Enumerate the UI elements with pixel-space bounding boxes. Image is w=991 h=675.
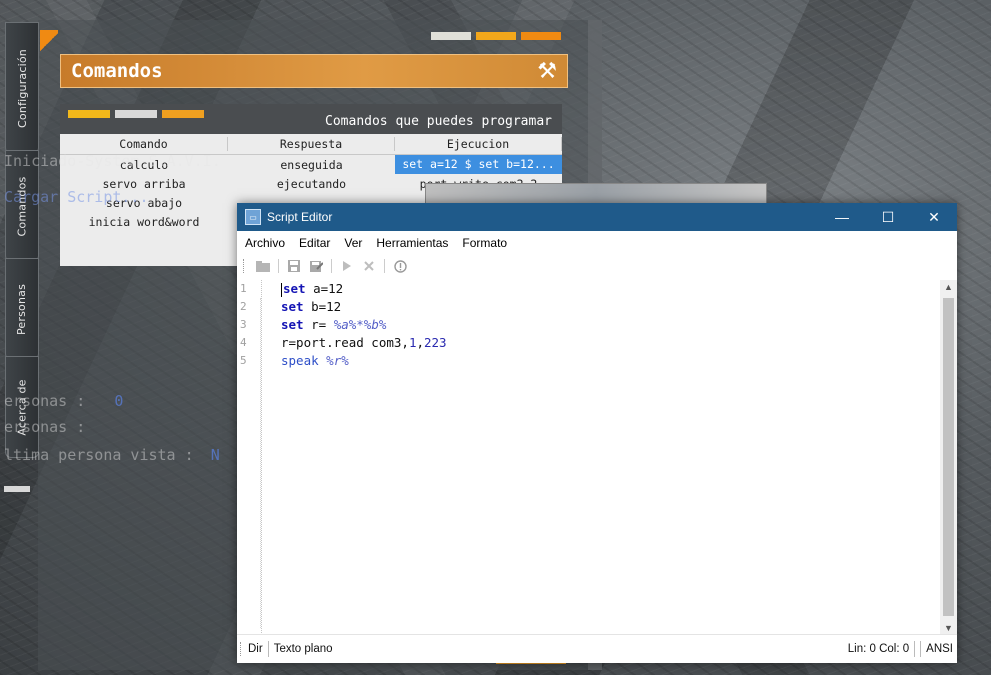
scroll-down-icon[interactable]: ▼ bbox=[940, 623, 957, 633]
toolbar-separator bbox=[331, 259, 332, 273]
code-line: set b=12 bbox=[281, 299, 342, 314]
status-divider bbox=[267, 641, 269, 657]
column-header-comando[interactable]: Comando bbox=[60, 137, 228, 151]
menu-ver[interactable]: Ver bbox=[344, 236, 362, 250]
tab-configuracion[interactable]: Configuración bbox=[5, 22, 39, 154]
code-line: speak %r% bbox=[281, 353, 349, 368]
toolbar-grip[interactable] bbox=[243, 259, 246, 273]
editor-title-bar[interactable]: ▭ Script Editor — ☐ ✕ bbox=[237, 203, 957, 231]
menu-editar[interactable]: Editar bbox=[299, 236, 330, 250]
open-folder-icon[interactable] bbox=[256, 260, 270, 272]
ghost-script-text: Cargar Script... bbox=[4, 188, 149, 206]
toolbar bbox=[237, 255, 957, 277]
status-divider bbox=[914, 641, 916, 657]
menu-bar: Archivo Editar Ver Herramientas Formato bbox=[237, 231, 957, 255]
ghost-personas2-label: ersonas : bbox=[4, 418, 86, 436]
editor-title: Script Editor bbox=[267, 210, 333, 224]
code-lines: set a=12 set b=12 set r= %a%*%b% r=port.… bbox=[281, 280, 447, 370]
selected-cell[interactable]: set a=12 $ set b=12... bbox=[395, 155, 562, 174]
commands-caption: Comandos que puedes programar bbox=[325, 114, 552, 129]
maximize-button[interactable]: ☐ bbox=[865, 209, 911, 226]
color-swatches bbox=[431, 32, 561, 40]
scroll-up-icon[interactable]: ▲ bbox=[940, 282, 957, 292]
menu-formato[interactable]: Formato bbox=[462, 236, 507, 250]
commands-table-header-bar: Comandos que puedes programar bbox=[60, 104, 562, 134]
vertical-scrollbar[interactable]: ▲ ▼ bbox=[940, 280, 957, 635]
info-icon[interactable] bbox=[393, 259, 407, 273]
menu-archivo[interactable]: Archivo bbox=[245, 236, 285, 250]
toolbar-separator bbox=[384, 259, 385, 273]
ghost-scroll-stub bbox=[4, 486, 30, 492]
status-bar: Dir Texto plano Lin: 0 Col: 0 ANSI bbox=[237, 634, 957, 663]
ghost-system-text: Iniciado-System-S.A.V.I. bbox=[4, 152, 221, 170]
scrollbar-thumb[interactable] bbox=[943, 298, 954, 616]
code-line: r=port.read com3,1,223 bbox=[281, 335, 447, 350]
minimize-button[interactable]: — bbox=[819, 209, 865, 225]
indent-guide bbox=[260, 298, 262, 628]
text-caret bbox=[281, 282, 282, 297]
tab-personas[interactable]: Personas bbox=[5, 258, 39, 360]
ghost-ultima-persona: ltima persona vista : N bbox=[4, 446, 220, 464]
orange-corner-accent bbox=[40, 30, 58, 54]
line-number-gutter: 1 2 3 4 5 bbox=[237, 280, 262, 635]
column-header-ejecucion[interactable]: Ejecucion bbox=[395, 137, 562, 151]
code-line: set a=12 bbox=[281, 281, 344, 297]
tools-icon[interactable]: ⚒ bbox=[537, 59, 557, 84]
run-icon[interactable] bbox=[340, 260, 354, 272]
status-encoding[interactable]: ANSI bbox=[926, 643, 953, 655]
save-as-icon[interactable] bbox=[309, 260, 323, 272]
stop-icon[interactable] bbox=[362, 260, 376, 272]
status-position: Lin: 0 Col: 0 bbox=[847, 643, 910, 655]
status-dir[interactable]: Dir bbox=[248, 643, 263, 655]
menu-herramientas[interactable]: Herramientas bbox=[376, 236, 448, 250]
panel-title: Comandos bbox=[71, 60, 163, 82]
column-header-respuesta[interactable]: Respuesta bbox=[228, 137, 395, 151]
status-divider bbox=[920, 641, 922, 657]
app-icon: ▭ bbox=[245, 209, 261, 225]
close-button[interactable]: ✕ bbox=[911, 209, 957, 226]
ghost-personas-label: ersonas : 0 bbox=[4, 392, 124, 410]
panel-title-bar: Comandos ⚒ bbox=[60, 54, 568, 88]
save-icon[interactable] bbox=[287, 260, 301, 272]
code-line: set r= %a%*%b% bbox=[281, 317, 387, 332]
statusbar-grip bbox=[240, 642, 242, 656]
toolbar-separator bbox=[278, 259, 279, 273]
status-mode[interactable]: Texto plano bbox=[274, 643, 333, 655]
script-editor-window: ▭ Script Editor — ☐ ✕ Archivo Editar Ver… bbox=[237, 203, 957, 663]
code-editor[interactable]: 1 2 3 4 5 set a=12 set b=12 set r= %a%*%… bbox=[237, 280, 937, 635]
